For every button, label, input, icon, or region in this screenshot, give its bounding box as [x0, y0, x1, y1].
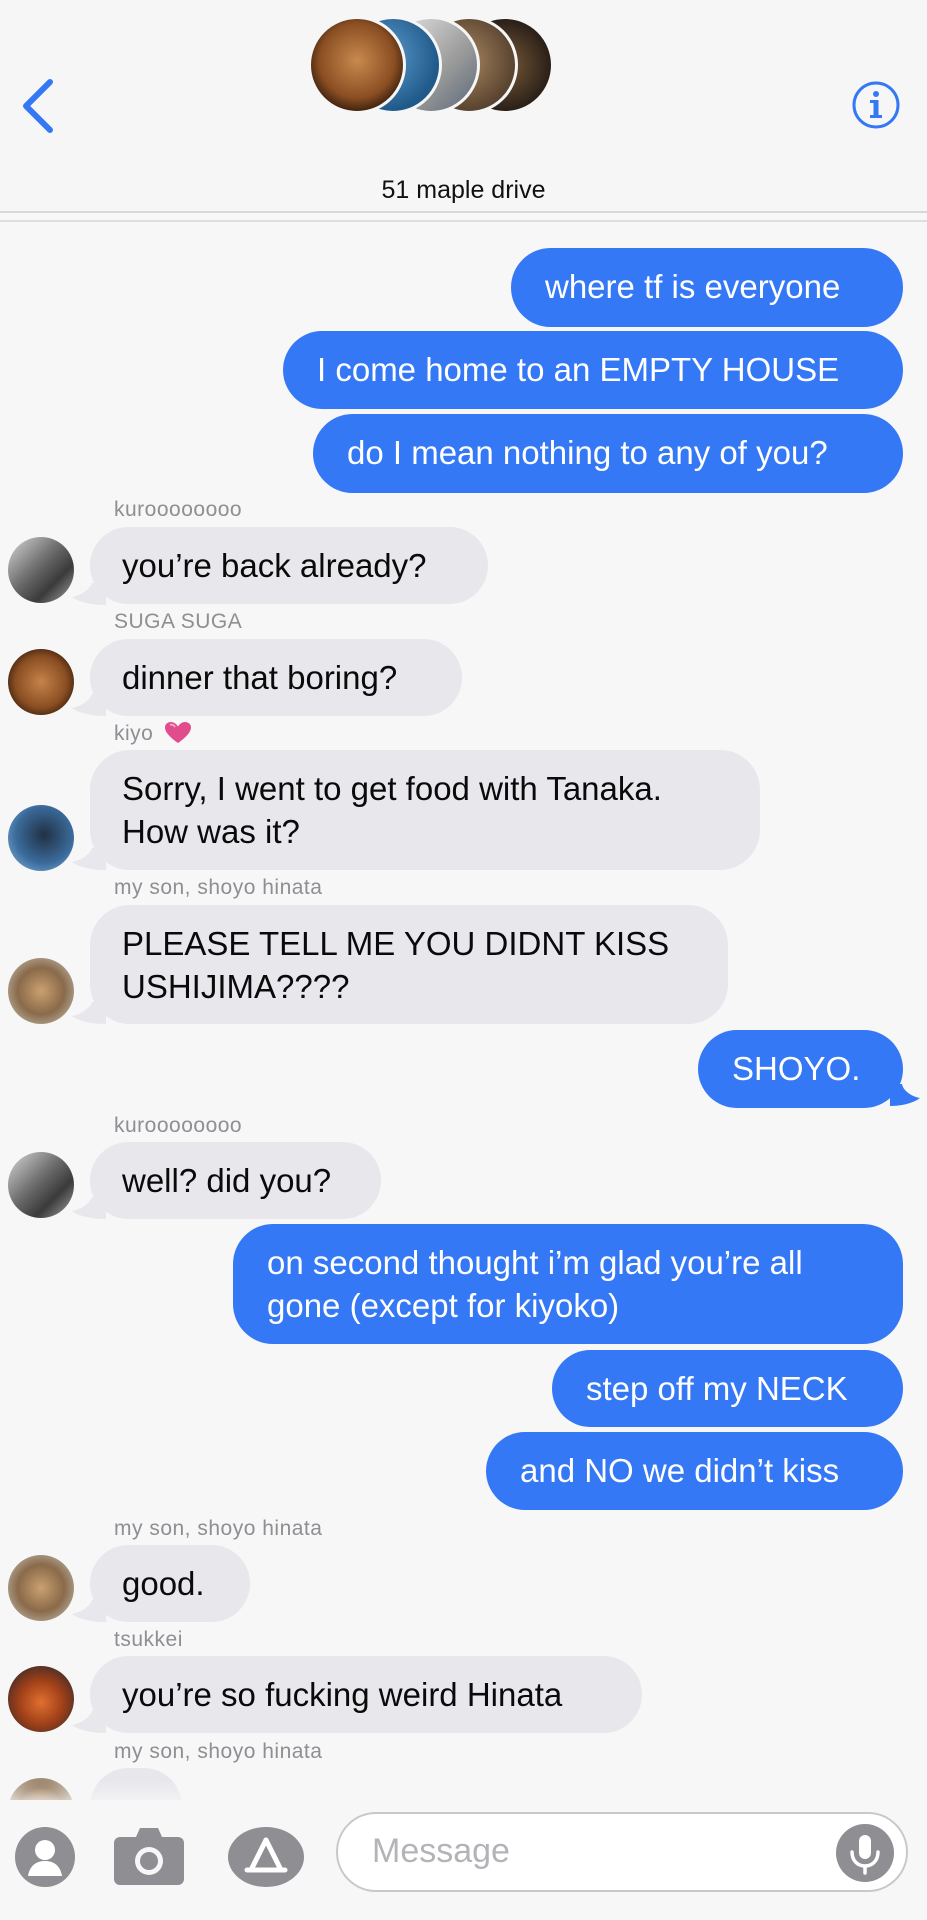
sender-name-text: kiyo [114, 722, 154, 745]
sender-avatar[interactable] [8, 1666, 74, 1732]
sender-avatar[interactable] [8, 1555, 74, 1621]
contact-button[interactable] [14, 1826, 76, 1888]
group-avatar-stack[interactable] [308, 16, 554, 114]
header-divider [0, 220, 927, 222]
sender-avatar[interactable] [8, 649, 74, 715]
sender-avatar[interactable] [8, 1152, 74, 1218]
camera-button[interactable] [112, 1825, 186, 1887]
message-input[interactable]: Message [336, 1812, 908, 1892]
incoming-message[interactable]: you’re so fucking weird Hinata [90, 1656, 642, 1733]
back-button[interactable] [18, 76, 58, 136]
camera-icon [114, 1828, 184, 1885]
incoming-message[interactable]: well? did you? [90, 1142, 381, 1219]
app-store-button[interactable] [227, 1826, 305, 1888]
message-placeholder: Message [372, 1832, 510, 1870]
outgoing-message[interactable]: and NO we didn’t kiss [486, 1432, 903, 1510]
sender-name: my son, shoyo hinata [114, 1517, 323, 1540]
outgoing-message[interactable]: on second thought i’m glad you’re all go… [233, 1224, 903, 1344]
heart-emoji-icon [164, 722, 191, 743]
incoming-message[interactable]: you’re back already? [90, 527, 488, 604]
dictation-button[interactable] [836, 1824, 894, 1882]
info-icon [852, 81, 900, 129]
app-store-icon [228, 1827, 304, 1887]
incoming-message[interactable]: good. [90, 1545, 250, 1622]
avatar-1 [308, 16, 406, 114]
sender-name: tsukkei [114, 1628, 183, 1651]
incoming-message[interactable]: Sorry, I went to get food with Tanaka. H… [90, 750, 760, 870]
info-button[interactable] [852, 81, 900, 129]
sender-name: kiyo [114, 721, 192, 746]
sender-name: kuroooooooo [114, 1114, 243, 1137]
sender-avatar[interactable] [8, 805, 74, 871]
sender-name: SUGA SUGA [114, 610, 243, 633]
sender-avatar[interactable] [8, 537, 74, 603]
person-icon [15, 1827, 75, 1887]
outgoing-message[interactable]: do I mean nothing to any of you? [313, 414, 903, 493]
chevron-left-icon [23, 79, 53, 133]
bubble-tail [890, 1084, 920, 1106]
sender-avatar[interactable] [8, 958, 74, 1024]
incoming-message[interactable]: dinner that boring? [90, 639, 462, 716]
sender-name: kuroooooooo [114, 498, 243, 521]
outgoing-message[interactable]: where tf is everyone [511, 248, 903, 327]
outgoing-message[interactable]: I come home to an EMPTY HOUSE [283, 331, 903, 409]
conversation-header: 51 maple drive [0, 0, 927, 213]
outgoing-message[interactable]: SHOYO. [698, 1030, 903, 1108]
sender-name: my son, shoyo hinata [114, 876, 323, 899]
sender-name: my son, shoyo hinata [114, 1740, 323, 1763]
conversation-title[interactable]: 51 maple drive [0, 176, 927, 205]
incoming-message[interactable]: PLEASE TELL ME YOU DIDNT KISS USHIJIMA??… [90, 905, 728, 1024]
outgoing-message[interactable]: step off my NECK [552, 1350, 903, 1427]
microphone-icon [850, 1835, 880, 1875]
